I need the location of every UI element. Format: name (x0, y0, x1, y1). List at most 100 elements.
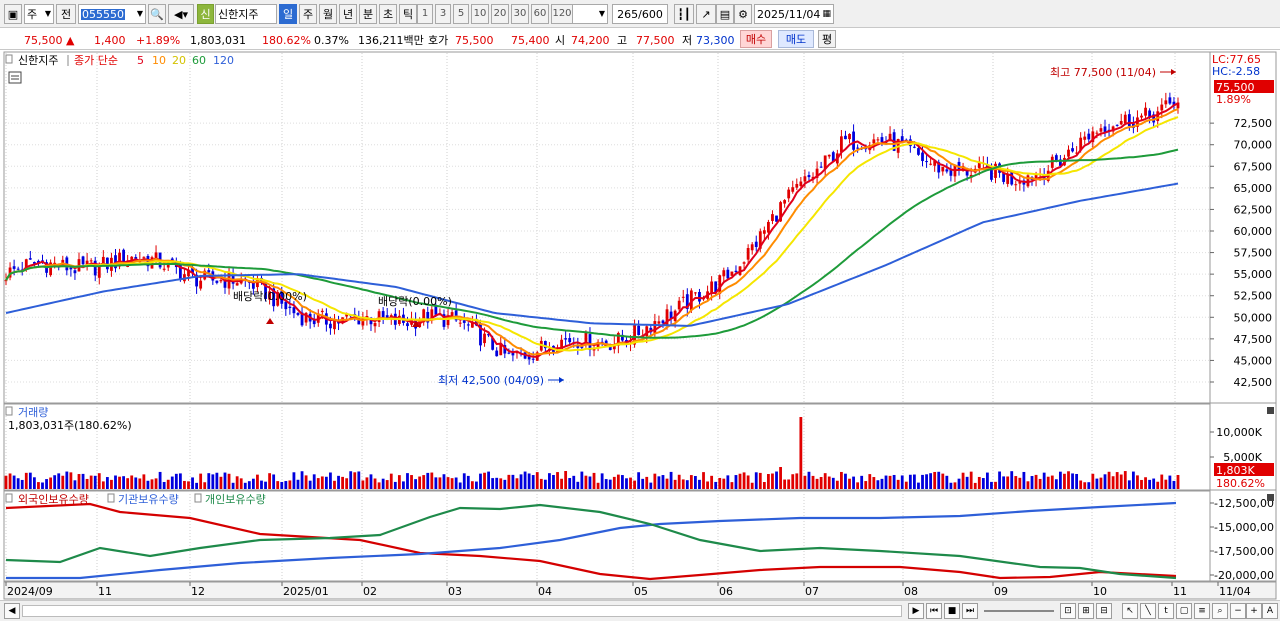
volume-bar (272, 474, 276, 489)
stock-chart[interactable]: 72,500 70,000 67,500 65,000 62,500 60,000 57,5… (0, 50, 1280, 621)
volume-bar (584, 475, 588, 489)
volume-bar (856, 482, 860, 489)
tab-period-2[interactable]: 월 (319, 4, 337, 24)
market-select[interactable]: 주 ▼ (24, 4, 54, 24)
pane-close-icon[interactable] (1267, 407, 1274, 414)
volume-bar (487, 471, 490, 489)
open: 74,200 (571, 33, 610, 47)
tab-interval-120[interactable]: 120 (551, 4, 573, 24)
tab-period-4[interactable]: 분 (359, 4, 377, 24)
legend-ma60: 60 (192, 54, 206, 67)
volume-bar (637, 472, 641, 489)
speaker-icon[interactable]: ◀▾ (168, 4, 194, 24)
tab-period-5[interactable]: 초 (379, 4, 397, 24)
tab-interval-10[interactable]: 10 (471, 4, 489, 24)
settings-icon[interactable]: ≡ (1194, 603, 1210, 619)
tab-interval-3[interactable]: 3 (435, 4, 451, 24)
volume-bar (211, 474, 215, 489)
volume-bar (69, 472, 73, 489)
horizontal-scrollbar[interactable] (22, 605, 902, 617)
volume-bar (296, 479, 300, 489)
zoom-out-icon[interactable]: ⊟ (1096, 603, 1112, 619)
crosshair-icon[interactable]: ↗ (696, 4, 716, 24)
search-icon[interactable]: 🔍 (148, 4, 166, 24)
volume-bar (600, 473, 604, 489)
volume-bar (426, 472, 430, 489)
eval-button[interactable]: 평 (818, 30, 836, 48)
tab-period-6[interactable]: 틱 (399, 4, 417, 24)
draw-text-icon[interactable]: t (1158, 603, 1174, 619)
tab-interval-60[interactable]: 60 (531, 4, 549, 24)
zoom-in-icon[interactable]: ⊞ (1078, 603, 1094, 619)
volume-bar (913, 474, 916, 489)
volume-bar (994, 481, 997, 489)
price-value: 75,500 (24, 33, 63, 47)
volume-bar (479, 473, 482, 489)
candle-body (69, 267, 73, 270)
speed-slider[interactable] (984, 610, 1054, 612)
prev-button[interactable]: 전 (56, 4, 76, 24)
data-table-icon[interactable] (8, 71, 22, 84)
minus-icon[interactable]: − (1230, 603, 1246, 619)
volume-bar (973, 482, 977, 489)
volume-bar (389, 473, 393, 489)
stock-code-input[interactable]: 055550 ▼ (78, 4, 146, 24)
volume-bar (852, 476, 855, 489)
font-size-icon[interactable]: A (1262, 603, 1278, 619)
hoga-label: 호가 (428, 34, 449, 47)
tab-interval-5[interactable]: 5 (453, 4, 469, 24)
interval-custom-select[interactable]: ▼ (572, 4, 608, 24)
tab-interval-1[interactable]: 1 (417, 4, 433, 24)
candle-icon[interactable]: ┇┃ (674, 4, 694, 24)
date-field[interactable]: 2025/11/04 ▦ (754, 4, 834, 24)
candle-body (377, 311, 381, 323)
gear-icon[interactable]: ⚙ (734, 4, 752, 24)
tab-period-0[interactable]: 일 (279, 4, 297, 24)
rewind-icon[interactable]: ⏮ (926, 603, 942, 619)
calendar-icon: ▦ (822, 8, 831, 19)
volume-bar (714, 481, 718, 489)
tab-interval-20[interactable]: 20 (491, 4, 509, 24)
bar-total: /600 (638, 7, 663, 21)
fast-forward-icon[interactable]: ⏭ (962, 603, 978, 619)
x-label-7: 05 (634, 585, 648, 598)
zoom-fit-icon[interactable]: ⊡ (1060, 603, 1076, 619)
candle-body (637, 325, 641, 336)
change-pct: +1.89% (136, 33, 181, 47)
volume-bar (235, 476, 239, 489)
tab-period-1[interactable]: 주 (299, 4, 317, 24)
volume-bar (758, 472, 762, 489)
chart-menu-icon[interactable]: ▣ (4, 4, 22, 24)
candle-body (12, 266, 16, 269)
volume-bar (114, 475, 117, 489)
volume-bar (466, 475, 470, 489)
pane-close-icon[interactable] (1267, 494, 1274, 501)
volume-bar (710, 475, 714, 489)
holding-tick-2: -17,500,00 (1214, 545, 1274, 558)
buy-button[interactable]: 매수 (740, 30, 772, 48)
volume-bar (280, 481, 284, 489)
draw-box-icon[interactable]: ▢ (1176, 603, 1192, 619)
volume-bar (767, 474, 770, 489)
last-pct-label: 1.89% (1216, 93, 1251, 106)
volume-bar (77, 474, 81, 489)
stop-icon[interactable]: ■ (944, 603, 960, 619)
volume-bar (746, 475, 750, 489)
magnify-icon[interactable]: ⌕ (1212, 603, 1228, 619)
scroll-right-icon[interactable]: ▶ (908, 603, 924, 619)
draw-line-icon[interactable]: ↖ (1122, 603, 1138, 619)
candle-body (329, 323, 332, 329)
draw-line-icon[interactable]: ╲ (1140, 603, 1156, 619)
save-icon[interactable]: ▤ (716, 4, 734, 24)
volume-bar (365, 477, 369, 489)
plus-icon[interactable]: + (1246, 603, 1262, 619)
volume-bar (742, 472, 746, 489)
scroll-left-icon[interactable]: ◀ (4, 603, 20, 619)
tab-period-3[interactable]: 년 (339, 4, 357, 24)
price-tick-10: 47,500 (1234, 333, 1273, 346)
tab-interval-30[interactable]: 30 (511, 4, 529, 24)
volume-bar (1164, 479, 1168, 489)
bar-count-field[interactable]: 265/600 (612, 4, 668, 24)
sell-button[interactable]: 매도 (778, 30, 814, 48)
volume-bar (819, 477, 823, 489)
